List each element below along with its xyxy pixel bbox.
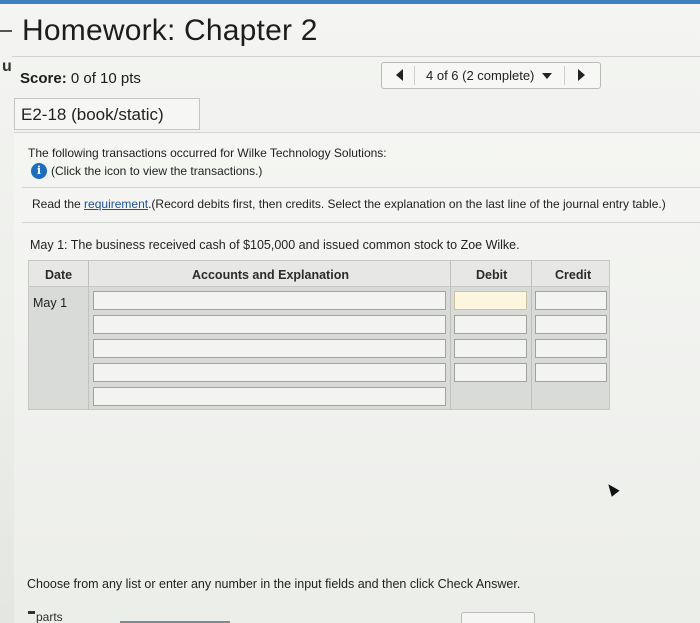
credit-input[interactable]: [535, 339, 607, 358]
column-divider: [88, 260, 89, 410]
score-display: Score: 0 of 10 pts: [20, 70, 141, 87]
title-divider: [12, 56, 700, 57]
transaction-text: May 1: The business received cash of $10…: [30, 238, 520, 252]
credit-input[interactable]: [535, 363, 607, 382]
question-pager: 4 of 6 (2 complete): [381, 62, 601, 89]
hint-text: Choose from any list or enter any number…: [27, 577, 521, 591]
requirement-instructions: Read the requirement.(Record debits firs…: [32, 197, 666, 211]
debit-input[interactable]: [454, 363, 527, 382]
prev-arrow-icon[interactable]: [396, 69, 403, 81]
explanation-input[interactable]: [93, 387, 446, 406]
debit-input[interactable]: [454, 339, 527, 358]
parts-label: parts: [36, 610, 63, 623]
left-edge-fragment: u: [2, 58, 12, 75]
section-divider: [22, 222, 700, 223]
pager-divider: [564, 66, 565, 85]
credit-header: Credit: [555, 268, 592, 282]
next-arrow-icon[interactable]: [578, 69, 585, 81]
score-label: Score:: [20, 70, 67, 87]
column-divider: [531, 260, 532, 410]
read-suffix: .(Record debits first, then credits. Sel…: [148, 197, 666, 211]
read-prefix: Read the: [32, 197, 85, 211]
account-input[interactable]: [93, 339, 446, 358]
credit-input[interactable]: [535, 291, 607, 310]
accounts-header: Accounts and Explanation: [192, 268, 349, 282]
check-answer-button-partial[interactable]: [461, 612, 535, 623]
account-input[interactable]: [93, 291, 446, 310]
column-divider: [450, 260, 451, 410]
date-cell: May 1: [33, 296, 68, 310]
top-accent-line: [0, 0, 700, 4]
debit-input[interactable]: [454, 315, 527, 334]
section-divider: [22, 187, 700, 188]
account-input[interactable]: [93, 315, 446, 334]
transactions-link[interactable]: (Click the icon to view the transactions…: [51, 164, 262, 178]
credit-input[interactable]: [535, 315, 607, 334]
journal-table-header: Date Accounts and Explanation Debit Cred…: [28, 260, 610, 287]
intro-text: The following transactions occurred for …: [28, 146, 387, 160]
question-status-dropdown[interactable]: 4 of 6 (2 complete): [426, 68, 534, 83]
date-header: Date: [45, 268, 73, 282]
pager-divider: [414, 66, 415, 85]
dropdown-caret-icon[interactable]: [542, 73, 552, 79]
journal-entry-table: Date Accounts and Explanation Debit Cred…: [28, 260, 610, 410]
debit-input[interactable]: [454, 291, 527, 310]
parts-badge: [28, 611, 35, 623]
problem-id: E2-18 (book/static): [14, 98, 200, 130]
page-title: Homework: Chapter 2: [22, 14, 318, 47]
account-input[interactable]: [93, 363, 446, 382]
info-icon[interactable]: i: [31, 163, 47, 179]
debit-header: Debit: [476, 268, 508, 282]
score-value: 0 of 10 pts: [70, 70, 141, 87]
requirement-link[interactable]: requirement: [84, 197, 148, 211]
title-dash: [0, 30, 12, 32]
